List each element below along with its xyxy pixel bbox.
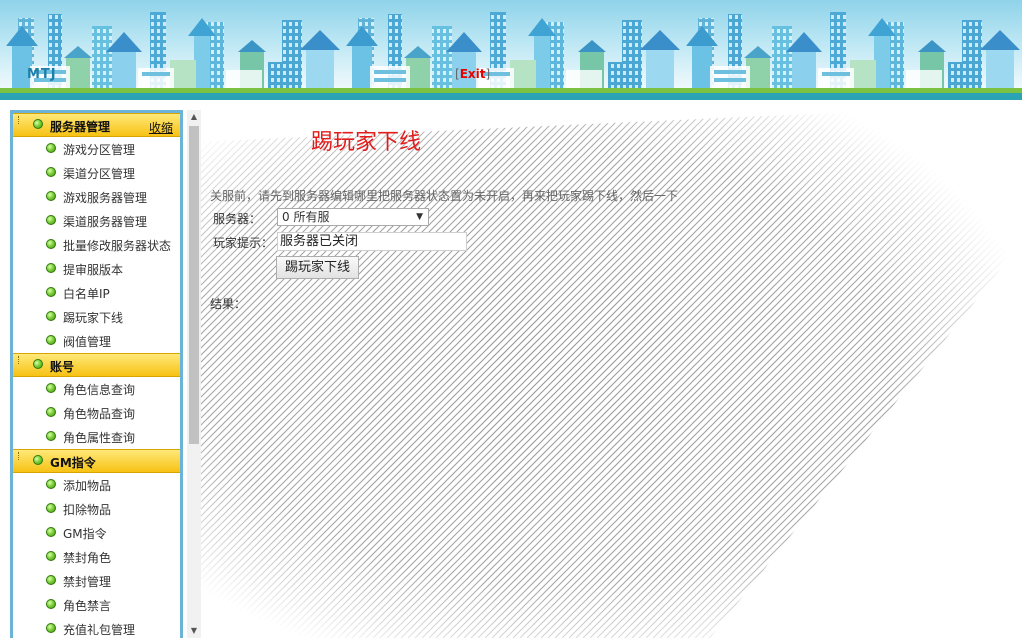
kick-players-button[interactable]: 踢玩家下线	[276, 256, 359, 279]
green-ball-icon	[46, 551, 56, 561]
sidebar-item-label[interactable]: 角色信息查询	[63, 381, 135, 398]
server-select[interactable]: 0 所有服 ▼	[277, 208, 429, 226]
green-ball-icon	[46, 287, 56, 297]
sidebar-item-label[interactable]: 添加物品	[63, 477, 111, 494]
sidebar-item-label[interactable]: GM指令	[63, 525, 107, 542]
green-ball-icon	[46, 479, 56, 489]
green-ball-icon	[46, 167, 56, 177]
exit-link-label[interactable]: Exit	[460, 67, 486, 81]
sidebar-item-label[interactable]: 禁封角色	[63, 549, 111, 566]
brand-logo-text: MTJ	[27, 67, 57, 82]
green-ball-icon	[46, 623, 56, 633]
green-ball-icon	[46, 431, 56, 441]
green-ball-icon	[46, 215, 56, 225]
sidebar-item-label[interactable]: 扣除物品	[63, 501, 111, 518]
player-tip-input[interactable]: 服务器已关闭	[277, 232, 467, 251]
sidebar-item[interactable]: 角色禁言	[13, 593, 180, 617]
section-title: 账号	[50, 360, 75, 374]
sidebar-item[interactable]: 游戏服务器管理	[13, 185, 180, 209]
sidebar-item[interactable]: 批量修改服务器状态	[13, 233, 180, 257]
grip-icon	[18, 356, 22, 364]
green-ball-icon	[46, 383, 56, 393]
sidebar-item[interactable]: 白名单IP	[13, 281, 180, 305]
grip-icon	[18, 452, 22, 460]
sidebar-item[interactable]: 扣除物品	[13, 497, 180, 521]
green-ball-icon	[46, 599, 56, 609]
sidebar-item-label[interactable]: 踢玩家下线	[63, 309, 123, 326]
scroll-up-arrow-icon[interactable]: ▲	[187, 110, 201, 124]
sidebar-item-label[interactable]: 提审服版本	[63, 261, 123, 278]
sidebar-item-label[interactable]: 角色属性查询	[63, 429, 135, 446]
page-title: 踢玩家下线	[311, 130, 422, 155]
green-ball-icon	[46, 335, 56, 345]
main-content: 踢玩家下线 关服前，请先到服务器编辑哪里把服务器状态置为未开启，再来把玩家踢下线…	[201, 100, 1022, 638]
sidebar-item[interactable]: GM指令	[13, 521, 180, 545]
scrollbar-thumb[interactable]	[189, 126, 199, 444]
scroll-down-arrow-icon[interactable]: ▼	[187, 624, 201, 638]
exit-link[interactable]: [Exit]	[455, 67, 490, 81]
section-title: GM指令	[50, 456, 96, 470]
city-skyline-illustration	[6, 12, 1020, 90]
sidebar-item-label[interactable]: 渠道分区管理	[63, 165, 135, 182]
result-label: 结果：	[210, 297, 247, 311]
green-ball-icon	[46, 263, 56, 273]
sidebar-item[interactable]: 禁封角色	[13, 545, 180, 569]
sidebar-item[interactable]: 阀值管理	[13, 329, 180, 353]
green-ball-icon	[33, 455, 43, 465]
sidebar-item-label[interactable]: 游戏服务器管理	[63, 189, 147, 206]
sidebar-item-label[interactable]: 禁封管理	[63, 573, 111, 590]
sidebar-scrollbar[interactable]: ▲ ▼	[187, 110, 201, 638]
menu-section-server[interactable]: 服务器管理 收缩	[13, 113, 180, 137]
sidebar-item[interactable]: 游戏分区管理	[13, 137, 180, 161]
sidebar-item[interactable]: 添加物品	[13, 473, 180, 497]
sidebar-item-label[interactable]: 白名单IP	[63, 285, 110, 302]
green-ball-icon	[46, 239, 56, 249]
dropdown-arrow-icon[interactable]: ▼	[416, 209, 423, 225]
green-ball-icon	[46, 527, 56, 537]
green-ball-icon	[46, 191, 56, 201]
sidebar-menu: 服务器管理 收缩 游戏分区管理 渠道分区管理 游戏服务器管理 渠道服务器管理 批…	[10, 110, 183, 638]
sidebar-item[interactable]: 渠道分区管理	[13, 161, 180, 185]
green-ball-icon	[46, 503, 56, 513]
tip-label: 玩家提示：	[213, 236, 274, 250]
menu-section-gm[interactable]: GM指令	[13, 449, 180, 473]
sidebar-item-label[interactable]: 阀值管理	[63, 333, 111, 350]
grip-icon	[18, 116, 22, 124]
collapse-link[interactable]: 收缩	[149, 119, 173, 136]
green-ball-icon	[33, 119, 43, 129]
sidebar-item-label[interactable]: 游戏分区管理	[63, 141, 135, 158]
sidebar-item[interactable]: 角色信息查询	[13, 377, 180, 401]
notice-text: 关服前，请先到服务器编辑哪里把服务器状态置为未开启，再来把玩家踢下线，然后一下	[210, 189, 679, 203]
green-ball-icon	[46, 575, 56, 585]
sidebar-item[interactable]: 踢玩家下线	[13, 305, 180, 329]
green-ball-icon	[33, 359, 43, 369]
sidebar-item-label[interactable]: 渠道服务器管理	[63, 213, 147, 230]
sidebar-item-label[interactable]: 角色物品查询	[63, 405, 135, 422]
header-banner: MTJ [Exit]	[0, 0, 1022, 100]
sidebar-item-label[interactable]: 充值礼包管理	[63, 621, 135, 638]
sidebar-item[interactable]: 角色物品查询	[13, 401, 180, 425]
sidebar-item[interactable]: 提审服版本	[13, 257, 180, 281]
server-label: 服务器：	[213, 212, 262, 226]
green-ball-icon	[46, 143, 56, 153]
sidebar-item[interactable]: 禁封管理	[13, 569, 180, 593]
sidebar-item[interactable]: 渠道服务器管理	[13, 209, 180, 233]
sidebar-item-label[interactable]: 批量修改服务器状态	[63, 237, 171, 254]
sidebar-item[interactable]: 角色属性查询	[13, 425, 180, 449]
server-select-value: 0 所有服	[282, 210, 330, 224]
menu-section-account[interactable]: 账号	[13, 353, 180, 377]
sidebar-item[interactable]: 充值礼包管理	[13, 617, 180, 638]
header-teal-band	[0, 93, 1022, 100]
green-ball-icon	[46, 311, 56, 321]
section-title: 服务器管理	[50, 120, 111, 134]
sidebar-item-label[interactable]: 角色禁言	[63, 597, 111, 614]
green-ball-icon	[46, 407, 56, 417]
